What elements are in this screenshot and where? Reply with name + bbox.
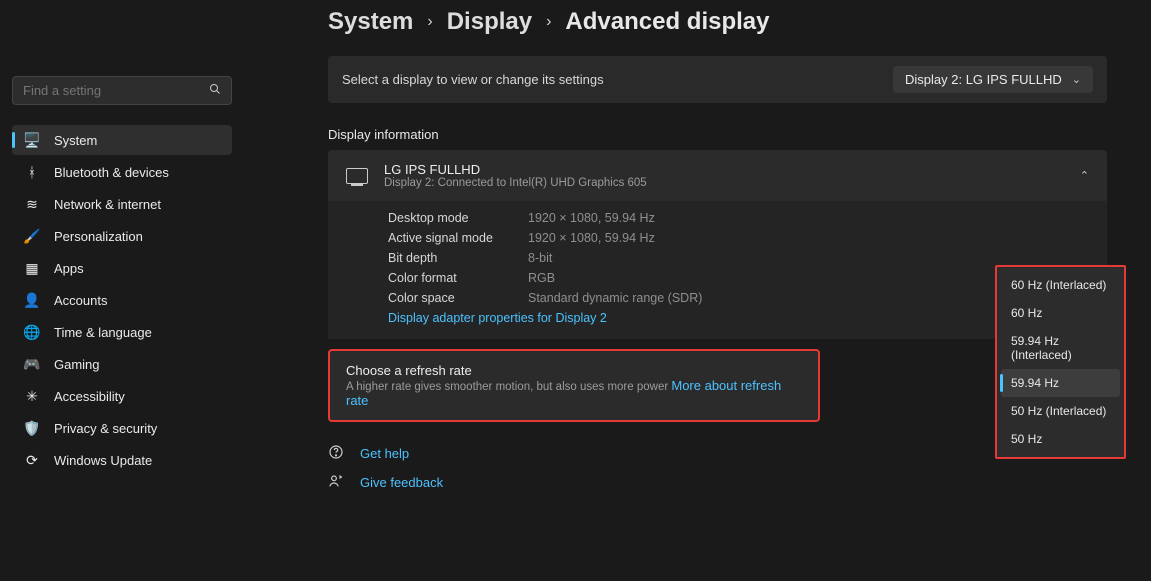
- nav-icon: 🛡️: [24, 420, 40, 436]
- sidebar-item-label: Accounts: [54, 293, 107, 308]
- nav-icon: ✳: [24, 388, 40, 404]
- refresh-rate-card[interactable]: Choose a refresh rate A higher rate give…: [328, 349, 820, 422]
- adapter-properties-link[interactable]: Display adapter properties for Display 2: [388, 311, 1089, 325]
- crumb-display[interactable]: Display: [447, 8, 532, 36]
- nav-icon: ▦: [24, 260, 40, 276]
- sidebar-item-label: Accessibility: [54, 389, 125, 404]
- sidebar-item-label: Windows Update: [54, 453, 152, 468]
- nav-list: 🖥️ System ᚼ Bluetooth & devices ≋ Network & i…: [12, 125, 232, 475]
- refresh-option[interactable]: 59.94 Hz (Interlaced): [1001, 327, 1120, 369]
- nav-icon: 🖌️: [24, 228, 40, 244]
- sidebar-item-label: Privacy & security: [54, 421, 157, 436]
- sidebar-item-label: Gaming: [54, 357, 100, 372]
- select-display-bar: Select a display to view or change its s…: [328, 56, 1107, 103]
- display-sub: Display 2: Connected to Intel(R) UHD Gra…: [384, 177, 1064, 189]
- nav-icon: 🎮: [24, 356, 40, 372]
- chevron-up-icon: ⌃: [1080, 169, 1089, 182]
- row-value: 1920 × 1080, 59.94 Hz: [528, 231, 1089, 245]
- sidebar-item-windows-update[interactable]: ⟳ Windows Update: [12, 445, 232, 475]
- sidebar-item-network-internet[interactable]: ≋ Network & internet: [12, 189, 232, 219]
- refresh-rate-title: Choose a refresh rate: [346, 363, 802, 378]
- sidebar-item-label: Time & language: [54, 325, 152, 340]
- row-key: Color space: [388, 291, 528, 305]
- row-key: Active signal mode: [388, 231, 528, 245]
- page-title: Advanced display: [565, 8, 769, 36]
- sidebar-item-label: Network & internet: [54, 197, 161, 212]
- refresh-rate-desc: A higher rate gives smoother motion, but…: [346, 381, 671, 393]
- select-display-label: Select a display to view or change its s…: [342, 72, 604, 87]
- sidebar-item-bluetooth-devices[interactable]: ᚼ Bluetooth & devices: [12, 157, 232, 187]
- chevron-right-icon: ›: [546, 13, 551, 31]
- get-help-link[interactable]: Get help: [360, 446, 409, 461]
- row-key: Bit depth: [388, 251, 528, 265]
- display-dropdown[interactable]: Display 2: LG IPS FULLHD ⌄: [893, 66, 1093, 93]
- sidebar-item-label: Bluetooth & devices: [54, 165, 169, 180]
- refresh-option[interactable]: 60 Hz (Interlaced): [1001, 271, 1120, 299]
- crumb-system[interactable]: System: [328, 8, 413, 36]
- sidebar-item-time-language[interactable]: 🌐 Time & language: [12, 317, 232, 347]
- chevron-down-icon: ⌄: [1072, 73, 1081, 86]
- nav-icon: ≋: [24, 196, 40, 212]
- refresh-rate-popup: 60 Hz (Interlaced)60 Hz59.94 Hz (Interla…: [995, 265, 1126, 459]
- nav-icon: ⟳: [24, 452, 40, 468]
- sidebar-item-personalization[interactable]: 🖌️ Personalization: [12, 221, 232, 251]
- row-value: 1920 × 1080, 59.94 Hz: [528, 211, 1089, 225]
- sidebar-item-system[interactable]: 🖥️ System: [12, 125, 232, 155]
- breadcrumb: System › Display › Advanced display: [328, 8, 1107, 36]
- section-heading: Display information: [328, 127, 1107, 142]
- sidebar-item-label: System: [54, 133, 97, 148]
- feedback-icon: [328, 473, 346, 492]
- sidebar-item-accounts[interactable]: 👤 Accounts: [12, 285, 232, 315]
- search-icon: [209, 83, 221, 98]
- display-name: LG IPS FULLHD: [384, 162, 1064, 177]
- refresh-option[interactable]: 50 Hz (Interlaced): [1001, 397, 1120, 425]
- monitor-icon: [346, 168, 368, 184]
- nav-icon: 🌐: [24, 324, 40, 340]
- display-info-body: Desktop mode 1920 × 1080, 59.94 Hz Activ…: [328, 201, 1107, 339]
- display-info-card: LG IPS FULLHD Display 2: Connected to In…: [328, 150, 1107, 339]
- refresh-option[interactable]: 59.94 Hz: [1001, 369, 1120, 397]
- refresh-option[interactable]: 50 Hz: [1001, 425, 1120, 453]
- help-icon: [328, 444, 346, 463]
- nav-icon: 🖥️: [24, 132, 40, 148]
- sidebar-item-accessibility[interactable]: ✳ Accessibility: [12, 381, 232, 411]
- search-input[interactable]: [23, 83, 209, 98]
- sidebar-item-gaming[interactable]: 🎮 Gaming: [12, 349, 232, 379]
- chevron-right-icon: ›: [427, 13, 432, 31]
- search-box[interactable]: [12, 76, 232, 105]
- sidebar-item-privacy-security[interactable]: 🛡️ Privacy & security: [12, 413, 232, 443]
- row-key: Desktop mode: [388, 211, 528, 225]
- give-feedback-link[interactable]: Give feedback: [360, 475, 443, 490]
- sidebar-item-label: Personalization: [54, 229, 143, 244]
- nav-icon: ᚼ: [24, 164, 40, 180]
- sidebar-item-apps[interactable]: ▦ Apps: [12, 253, 232, 283]
- sidebar-item-label: Apps: [54, 261, 84, 276]
- row-value: 8-bit: [528, 251, 1089, 265]
- refresh-option[interactable]: 60 Hz: [1001, 299, 1120, 327]
- display-dropdown-value: Display 2: LG IPS FULLHD: [905, 72, 1062, 87]
- row-key: Color format: [388, 271, 528, 285]
- nav-icon: 👤: [24, 292, 40, 308]
- display-info-header[interactable]: LG IPS FULLHD Display 2: Connected to In…: [328, 150, 1107, 201]
